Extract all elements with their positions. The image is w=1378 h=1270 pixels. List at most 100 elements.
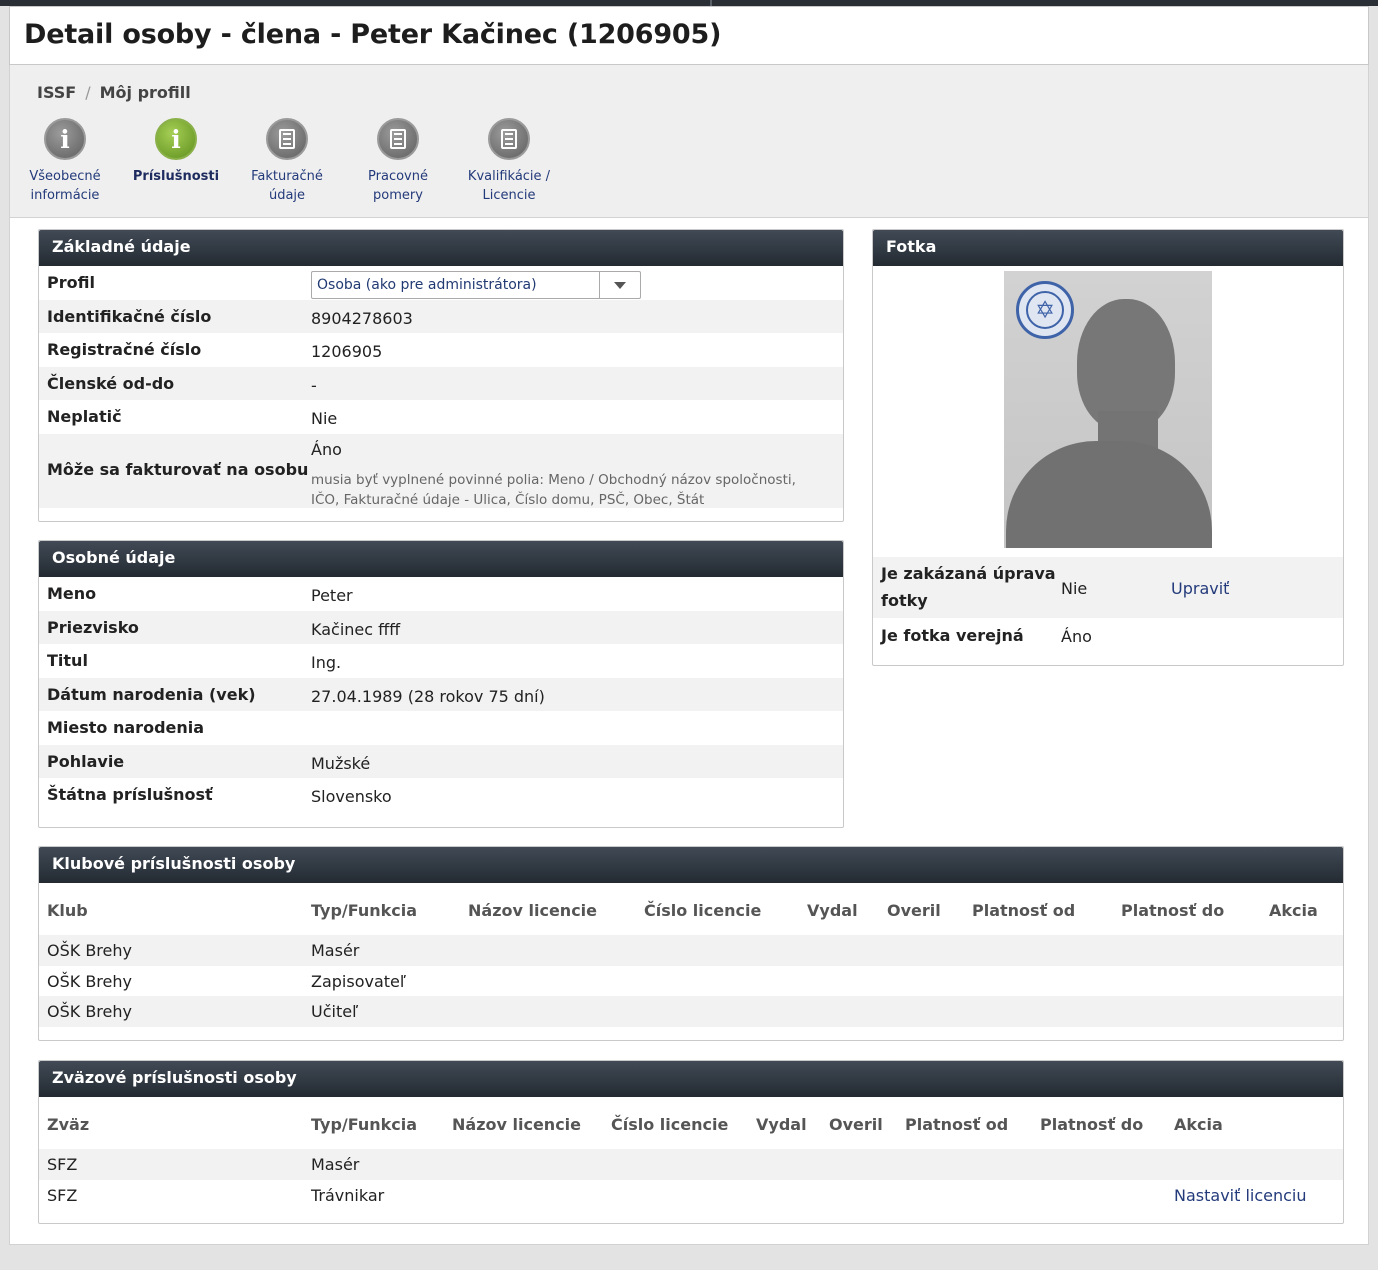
info-row: Identifikačné číslo 8904278603: [39, 299, 843, 333]
field-label: Meno: [47, 584, 97, 603]
info-row: Štátna príslušnosť Slovensko: [39, 778, 843, 812]
tab-qualifications[interactable]: Kvalifikácie / Licencie: [454, 118, 564, 205]
field-label: Je zakázaná úprava fotky: [881, 564, 1056, 610]
tab-affiliations[interactable]: i Príslušnosti: [121, 118, 231, 186]
column-header: Platnosť do: [1040, 1115, 1144, 1134]
panel-title: Klubové príslušnosti osoby: [39, 847, 1343, 883]
field-label: Priezvisko: [47, 617, 139, 637]
info-row: Členské od-do -: [39, 366, 843, 400]
field-label: Členské od-do: [47, 373, 175, 393]
breadcrumb: ISSF / Môj profill: [37, 83, 191, 102]
column-header: Overil: [887, 901, 941, 920]
info-row: Dátum narodenia (vek) 27.04.1989 (28 rok…: [39, 677, 843, 711]
field-value: Nie: [1061, 579, 1088, 598]
field-label: Titul: [47, 651, 88, 670]
profile-select[interactable]: Osoba (ako pre administrátora): [311, 271, 641, 299]
personal-info-panel: Osobné údaje Meno Peter Priezvisko Kačin…: [38, 540, 844, 828]
tab-label: Príslušnosti: [132, 169, 220, 184]
profile-select-value: Osoba (ako pre administrátora): [317, 277, 537, 293]
title-bar: Detail osoby - člena - Peter Kačinec (12…: [9, 6, 1369, 65]
info-row: Registračné číslo 1206905: [39, 333, 843, 367]
union-name: SFZ: [47, 1155, 78, 1174]
tab-label: Všeobecné informácie: [29, 169, 101, 203]
union-affiliations-panel: Zväzové príslušnosti osoby Zväz Typ/Funk…: [38, 1060, 1344, 1224]
field-value: Peter: [311, 586, 353, 605]
info-row: Miesto narodenia: [39, 711, 843, 745]
table-row: OŠK Brehy Masér: [39, 935, 1343, 966]
function-type: Masér: [311, 1155, 360, 1174]
column-header: Vydal: [807, 901, 858, 920]
main-content: Základné údaje Profil Osoba (ako pre adm…: [9, 217, 1369, 1245]
sub-header: ISSF / Môj profill i Všeobecné informácie i…: [9, 65, 1369, 217]
column-header: Vydal: [756, 1115, 807, 1134]
page-title: Detail osoby - člena - Peter Kačinec (12…: [24, 19, 722, 50]
column-header: Zväz: [47, 1115, 90, 1134]
info-row: Priezvisko Kačinec ffff: [39, 610, 843, 644]
info-icon: i: [155, 118, 197, 160]
column-header: Klub: [47, 901, 88, 920]
table-row: OŠK Brehy Učiteľ: [39, 996, 1343, 1027]
club-name: OŠK Brehy: [47, 971, 132, 991]
field-label: Môže sa fakturovať na osobu: [47, 459, 309, 479]
field-label: Dátum narodenia (vek): [47, 684, 256, 704]
column-header: Akcia: [1269, 901, 1318, 920]
field-label: Je fotka verejná: [881, 626, 1024, 645]
tab-label: Fakturačné údaje: [251, 169, 323, 203]
field-label: Registračné číslo: [47, 340, 202, 359]
club-affiliations-panel: Klubové príslušnosti osoby Klub Typ/Funk…: [38, 846, 1344, 1041]
photo-edit-row: Je zakázaná úprava fotky Nie Upraviť: [873, 557, 1343, 618]
profile-photo-placeholder: ✡: [1004, 271, 1212, 548]
union-name: SFZ: [47, 1185, 78, 1205]
column-header: Platnosť od: [972, 901, 1076, 920]
club-name: OŠK Brehy: [47, 941, 132, 960]
association-logo-icon: ✡: [1016, 281, 1074, 339]
field-value: Ing.: [311, 653, 342, 672]
invoice-note: musia byť vyplnené povinné polia: Meno /…: [311, 471, 796, 508]
field-label: Štátna príslušnosť: [47, 785, 213, 804]
chevron-down-icon[interactable]: [599, 272, 640, 298]
tab-label: Pracovné pomery: [368, 169, 428, 203]
breadcrumb-current: Môj profill: [99, 83, 191, 102]
page-frame: Detail osoby - člena - Peter Kačinec (12…: [0, 6, 1378, 1270]
column-header: Číslo licencie: [644, 901, 762, 920]
invoice-row: Môže sa fakturovať na osobu Áno musia by…: [39, 433, 843, 508]
field-value: Áno: [311, 439, 342, 459]
function-type: Trávnikar: [311, 1185, 385, 1205]
column-header: Názov licencie: [468, 901, 598, 920]
table-row: OŠK Brehy Zapisovateľ: [39, 966, 1343, 997]
document-icon: [377, 118, 419, 160]
field-label: Profil: [47, 273, 95, 292]
tab-invoice-data[interactable]: Fakturačné údaje: [232, 118, 342, 205]
document-icon: [266, 118, 308, 160]
breadcrumb-root[interactable]: ISSF: [37, 83, 76, 102]
panel-title: Základné údaje: [39, 230, 843, 266]
set-license-link[interactable]: Nastaviť licenciu: [1174, 1186, 1307, 1205]
photo-public-row: Je fotka verejná Áno: [873, 618, 1343, 653]
info-row: Neplatič Nie: [39, 400, 843, 434]
field-value: 1206905: [311, 342, 383, 361]
profile-row: Profil Osoba (ako pre administrátora): [39, 266, 843, 300]
column-header: Typ/Funkcia: [311, 1115, 418, 1134]
column-header: Akcia: [1174, 1115, 1223, 1134]
tab-label: Kvalifikácie / Licencie: [467, 169, 551, 203]
field-value: Slovensko: [311, 787, 392, 806]
column-header: Overil: [829, 1115, 883, 1134]
tab-general-info[interactable]: i Všeobecné informácie: [10, 118, 120, 205]
club-name: OŠK Brehy: [47, 1002, 132, 1021]
function-type: Masér: [311, 941, 360, 960]
document-icon: [488, 118, 530, 160]
basic-info-panel: Základné údaje Profil Osoba (ako pre adm…: [38, 229, 844, 522]
tab-employment[interactable]: Pracovné pomery: [343, 118, 453, 205]
function-type: Zapisovateľ: [311, 971, 406, 991]
field-value: Mužské: [311, 753, 371, 773]
field-label: Pohlavie: [47, 751, 125, 771]
column-header: Typ/Funkcia: [311, 901, 418, 920]
panel-title: Fotka: [873, 230, 1343, 266]
photo-panel: Fotka ✡ Je zakázaná úprava fotky Nie Upra…: [872, 229, 1344, 666]
column-header: Platnosť do: [1121, 901, 1225, 920]
column-header: Platnosť od: [905, 1115, 1009, 1134]
field-value: 8904278603: [311, 308, 413, 328]
field-value: -: [311, 375, 317, 395]
edit-photo-link[interactable]: Upraviť: [1171, 579, 1229, 598]
field-label: Identifikačné číslo: [47, 306, 212, 326]
